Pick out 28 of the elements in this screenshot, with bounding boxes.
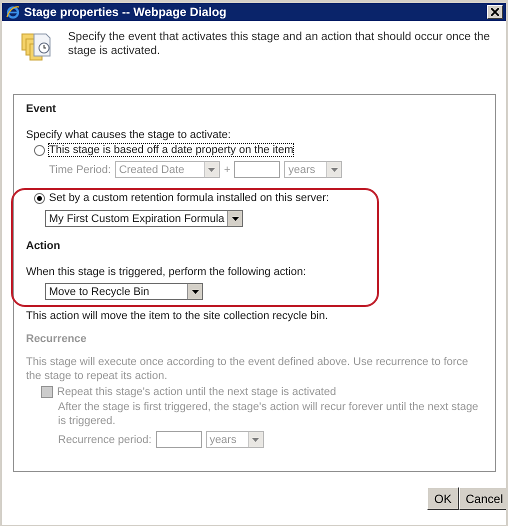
field-label: Recurrence period: <box>58 434 152 446</box>
dialog-button[interactable]: Cancel <box>458 487 506 510</box>
note-text: This action will move the item to the site collection recycle bin. <box>26 309 330 323</box>
window-title: Stage properties -- Webpage Dialog <box>24 5 228 19</box>
section-heading: Event <box>26 103 57 115</box>
checkbox-label: Repeat this stage's action until the next stage is activated <box>57 386 336 398</box>
close-icon[interactable] <box>491 8 499 16</box>
field-label: Time Period: <box>49 164 111 176</box>
close-button[interactable] <box>487 5 503 19</box>
period-field[interactable] <box>156 431 202 448</box>
prompt-text: Specify what causes the stage to activate: <box>26 128 232 142</box>
prompt-text: When this stage is triggered, perform the following action: <box>26 265 308 279</box>
detail-text: After the stage is first triggered, the stage's action will recur forever until the next stage is triggered. <box>58 400 480 428</box>
caret-icon[interactable] <box>227 211 242 226</box>
radio-button[interactable] <box>34 192 45 204</box>
section-heading: Action <box>26 240 62 252</box>
section-heading: Recurrence <box>26 333 88 345</box>
radio-button[interactable] <box>34 144 45 156</box>
action-dropdown[interactable]: Move to Recycle Bin <box>45 283 203 300</box>
caret-icon[interactable] <box>187 284 202 299</box>
description-text: Specify the event that activates this stage and an action that should occur once the stage is activated. <box>68 30 491 59</box>
dialog-button[interactable]: OK <box>427 487 459 510</box>
formula-dropdown[interactable]: My First Custom Expiration Formula <box>45 210 244 227</box>
plus-sign: + <box>224 164 230 176</box>
option-label: Set by a custom retention formula installed on this server: <box>49 192 330 204</box>
browser-icon <box>6 5 20 19</box>
description-text: This stage will execute once according to the event defined above. Use recurrence to force the stage to repeat its action. <box>26 355 470 383</box>
option-label: This stage is based off a date property on the item <box>49 144 294 156</box>
